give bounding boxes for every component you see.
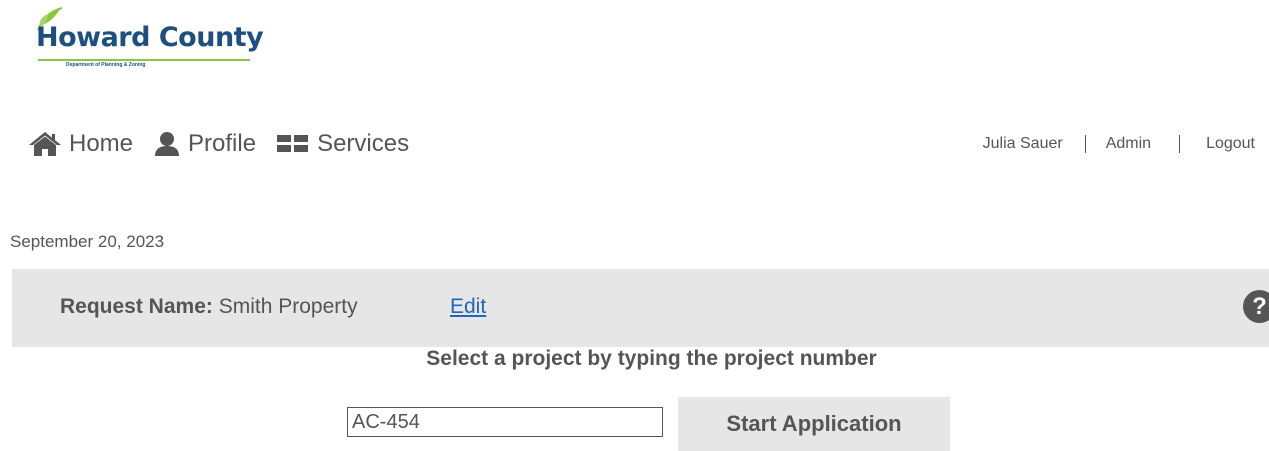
request-bar: Request Name: Smith Property Edit ?	[12, 269, 1269, 347]
nav-home[interactable]: Home	[28, 130, 133, 158]
project-number-input[interactable]	[347, 407, 663, 437]
home-icon	[28, 131, 62, 157]
request-name-label: Request Name:	[60, 295, 213, 318]
current-date: September 20, 2023	[10, 232, 165, 251]
nav-profile-label: Profile	[188, 130, 257, 157]
select-project-heading: Select a project by typing the project n…	[426, 347, 877, 370]
request-name-value: Smith Property	[218, 295, 358, 318]
user-name-link[interactable]: Julia Sauer	[983, 135, 1063, 153]
start-application-button[interactable]: Start Application	[678, 397, 950, 451]
nav-services[interactable]: Services	[276, 130, 409, 158]
logout-link[interactable]: Logout	[1206, 135, 1255, 153]
logo-title: Howard County	[36, 22, 264, 53]
edit-link[interactable]: Edit	[450, 295, 486, 319]
divider	[1179, 135, 1181, 153]
divider	[1084, 135, 1086, 153]
nav-profile[interactable]: Profile	[153, 130, 256, 158]
admin-link[interactable]: Admin	[1106, 135, 1151, 153]
nav-home-label: Home	[69, 130, 134, 157]
nav-services-label: Services	[317, 130, 410, 157]
help-icon[interactable]: ?	[1243, 290, 1269, 323]
user-menu: Julia Sauer Admin Logout	[983, 135, 1255, 153]
page: Howard County Department of Planning & Z…	[0, 0, 1269, 451]
logo-subtitle: Department of Planning & Zoning	[66, 62, 146, 68]
howard-county-logo[interactable]: Howard County Department of Planning & Z…	[30, 6, 270, 72]
user-icon	[153, 131, 181, 157]
grid-icon	[276, 132, 310, 156]
main-nav: Home Profile Services	[28, 128, 429, 160]
request-name: Request Name: Smith Property	[60, 295, 358, 319]
logo-underline	[38, 59, 250, 61]
